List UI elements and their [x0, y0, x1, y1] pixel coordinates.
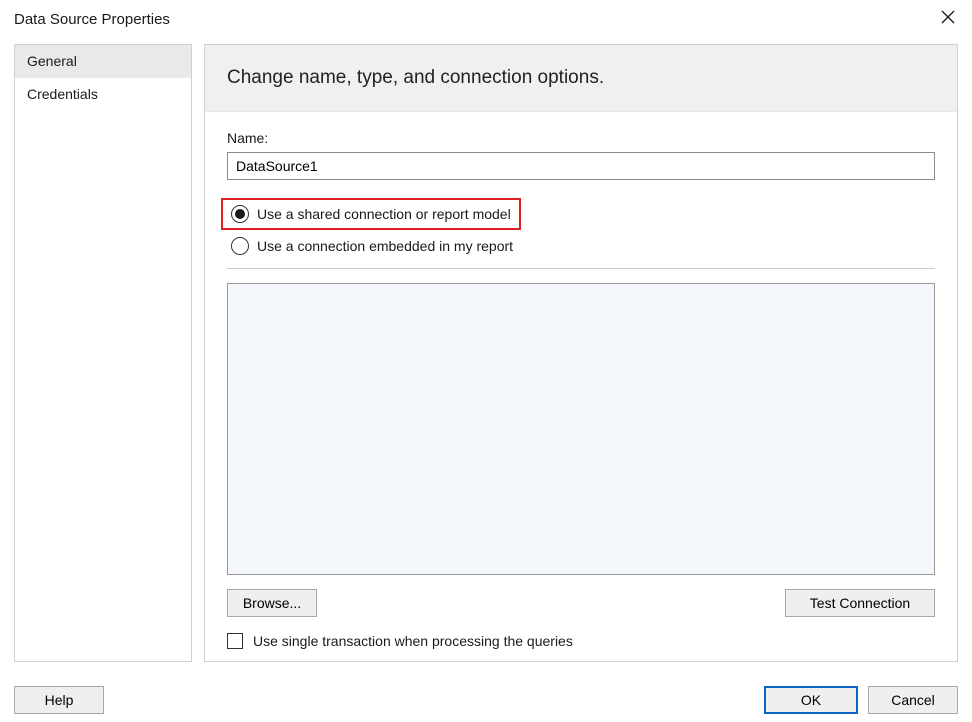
radio-label: Use a shared connection or report model: [257, 206, 511, 222]
highlight-shared-connection: Use a shared connection or report model: [221, 198, 521, 230]
title-bar: Data Source Properties: [0, 0, 972, 38]
radio-label: Use a connection embedded in my report: [257, 238, 513, 254]
main-pane: Change name, type, and connection option…: [204, 44, 958, 662]
radio-embedded-connection[interactable]: Use a connection embedded in my report: [227, 234, 935, 258]
connection-type-group: Use a shared connection or report model …: [227, 198, 935, 258]
sidebar-item-credentials[interactable]: Credentials: [15, 78, 191, 111]
name-label: Name:: [227, 130, 935, 146]
window-title: Data Source Properties: [14, 11, 170, 28]
dialog-footer: Help OK Cancel: [0, 686, 972, 714]
main-body: Name: Use a shared connection or report …: [205, 112, 957, 661]
cancel-button[interactable]: Cancel: [868, 686, 958, 714]
sidebar-item-label: Credentials: [27, 86, 98, 102]
main-header: Change name, type, and connection option…: [205, 45, 957, 112]
radio-icon: [231, 205, 249, 223]
content-area: General Credentials Change name, type, a…: [0, 38, 972, 662]
test-connection-button[interactable]: Test Connection: [785, 589, 935, 617]
main-header-text: Change name, type, and connection option…: [227, 67, 604, 88]
divider: [227, 268, 935, 269]
footer-right: OK Cancel: [764, 686, 958, 714]
sidebar-item-general[interactable]: General: [15, 45, 191, 78]
single-transaction-checkbox[interactable]: Use single transaction when processing t…: [227, 633, 935, 649]
radio-shared-connection[interactable]: Use a shared connection or report model: [227, 202, 515, 226]
below-list-row: Browse... Test Connection: [227, 589, 935, 617]
checkbox-label: Use single transaction when processing t…: [253, 633, 573, 649]
close-icon: [941, 9, 955, 29]
sidebar: General Credentials: [14, 44, 192, 662]
ok-button[interactable]: OK: [764, 686, 858, 714]
checkbox-icon: [227, 633, 243, 649]
connection-listbox[interactable]: [227, 283, 935, 575]
close-button[interactable]: [934, 5, 962, 33]
help-button[interactable]: Help: [14, 686, 104, 714]
name-input[interactable]: [227, 152, 935, 180]
radio-icon: [231, 237, 249, 255]
browse-button[interactable]: Browse...: [227, 589, 317, 617]
sidebar-item-label: General: [27, 53, 77, 69]
